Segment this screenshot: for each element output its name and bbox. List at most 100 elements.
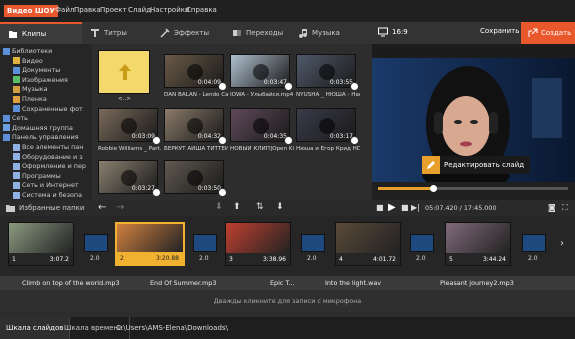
transition-duration: 2.0 (416, 255, 426, 262)
scroll-right-icon[interactable]: › (560, 238, 564, 249)
transition-tile[interactable] (301, 234, 325, 252)
audio-clip[interactable]: Into the light.wav (325, 279, 381, 287)
slide-number: 5 (449, 256, 453, 263)
menu-edit[interactable]: Правка (74, 6, 101, 14)
back-arrow-icon[interactable]: ← (98, 202, 106, 213)
tree-item[interactable]: Оформление и пер (13, 161, 86, 171)
folder-icon (13, 95, 20, 103)
clip-caption: NYUSHA _ НЮША - Наеди... (296, 92, 360, 98)
tab-music[interactable]: Музыка (290, 22, 372, 44)
save-button[interactable]: Сохранить (480, 27, 519, 35)
menu-file[interactable]: Файл (55, 6, 74, 14)
tree-item[interactable]: Документы (13, 65, 60, 75)
check-icon (350, 136, 359, 145)
tree-item[interactable]: Видео (13, 56, 43, 66)
folder-icon (6, 205, 15, 212)
check-icon (152, 188, 161, 197)
skip-forward-icon[interactable]: ▶| (411, 203, 420, 212)
tree-item-label: Все элементы пан (22, 143, 84, 151)
tab-transitions-label: Переходы (246, 29, 284, 37)
status-bar: Шкала слайдов Шкала времени C:\Users\AMS… (0, 317, 575, 339)
import-icon[interactable]: ⬇ (276, 202, 284, 212)
tree-item[interactable]: Домашняя группа (3, 123, 73, 133)
tree-item[interactable]: Система и безопа (13, 190, 82, 200)
stop-square-icon[interactable]: ■ (401, 203, 409, 212)
seek-slider[interactable] (378, 185, 568, 192)
slide-duration: 4:01.72 (372, 256, 396, 263)
timeline-slide[interactable]: 5 3:44.24 (445, 222, 511, 266)
timeline-slide[interactable]: 1 3:07.2 (8, 222, 74, 266)
tree-item[interactable]: Оборудование и з (13, 152, 83, 162)
tree-item-label: Оформление и пер (22, 162, 86, 171)
clip-thumbnail[interactable]: 0:04:35 (230, 108, 293, 145)
tab-effects[interactable]: Эффекты (152, 22, 224, 44)
transition-tile[interactable] (522, 234, 546, 252)
timeline-slide[interactable]: 4 4:01.72 (335, 222, 401, 266)
seek-progress (378, 187, 434, 190)
tree-item[interactable]: Музыка (13, 84, 48, 94)
play-icon[interactable]: ▶ (388, 202, 396, 213)
menu-project[interactable]: Проект (100, 6, 127, 14)
check-icon (218, 188, 227, 197)
menu-settings[interactable]: Настройки (150, 6, 190, 14)
forward-arrow-icon[interactable]: → (116, 202, 124, 213)
audio-clip[interactable]: Pleasant journey2.mp3 (440, 279, 514, 287)
clip-thumbnail[interactable]: 0:03:27 (98, 160, 161, 197)
audio-clip[interactable]: Epic T... (270, 279, 295, 287)
tree-item[interactable]: Все элементы пан (13, 142, 83, 152)
transition-tile[interactable] (410, 234, 434, 252)
clip-caption: Нюша и Егор Крид HD.mp4 (296, 146, 360, 152)
clip-thumbnail[interactable]: 0:03:47 (230, 54, 293, 91)
voice-record-area[interactable]: Дважды кликните для записи с микрофона (0, 290, 575, 312)
clip-thumbnail[interactable]: 0:04:32 (164, 108, 227, 145)
tab-titles[interactable]: Титры (82, 22, 152, 44)
edit-slide-button[interactable]: Редактировать слайд (422, 156, 531, 174)
folder-icon (13, 181, 20, 189)
fullscreen-icon[interactable]: ⛶ (562, 203, 568, 213)
tree-item-label: Программы (22, 171, 61, 180)
clips-grid: <..> 0:04:09DAN BALAN - Lendo Cal...0:03… (92, 44, 372, 200)
tree-item-label: Музыка (22, 85, 48, 94)
transition-duration: 2.0 (90, 255, 100, 262)
clip-thumbnail[interactable]: 0:03:50 (164, 160, 227, 197)
tree-item[interactable]: Программы (13, 171, 61, 181)
stop-icon[interactable]: ■ (376, 203, 384, 212)
timeline-slide[interactable]: 2 3:20.88 (115, 222, 185, 266)
tree-item[interactable]: Изображения (13, 75, 68, 85)
folder-icon (13, 66, 20, 74)
create-button[interactable]: Создать (521, 22, 575, 44)
tree-item-label: Домашняя группа (12, 123, 73, 132)
menu-slide[interactable]: Слайд (128, 6, 151, 14)
sort-icon[interactable]: ⇅ (256, 202, 264, 212)
clip-thumbnail[interactable]: 0:04:09 (164, 54, 227, 91)
up-folder-tile[interactable] (98, 50, 150, 94)
snapshot-icon[interactable]: ◙ (548, 203, 556, 212)
move-down-icon[interactable]: ⬇ (215, 202, 223, 212)
tree-item[interactable]: Библиотеки (3, 46, 52, 56)
aspect-ratio-button[interactable]: 16:9 (378, 27, 408, 37)
transition-tile[interactable] (84, 234, 108, 252)
tree-item-label: Сеть и Интернет (22, 181, 79, 190)
tree-item[interactable]: Сеть и Интернет (13, 180, 79, 190)
menu-help[interactable]: Справка (186, 6, 217, 14)
clip-thumbnail[interactable]: 0:03:09 (98, 108, 161, 145)
tree-item[interactable]: Пленка (13, 94, 47, 104)
move-up-icon[interactable]: ⬆ (233, 202, 241, 212)
tree-item[interactable]: Панель управления (3, 132, 79, 142)
timeline-slide[interactable]: 3 3:38.96 (225, 222, 291, 266)
audio-clip[interactable]: End Of Summer.mp3 (150, 279, 216, 287)
tree-item[interactable]: Сохраненные фот (13, 104, 83, 114)
favorites-button[interactable]: Избранные папки (6, 204, 84, 212)
tree-item[interactable]: Сеть (3, 113, 28, 123)
audio-clip[interactable]: Climb on top of the world.mp3 (22, 279, 120, 287)
clip-thumbnail[interactable]: 0:03:17 (296, 108, 359, 145)
clip-thumbnail[interactable]: 0:03:55 (296, 54, 359, 91)
folder-icon (13, 143, 20, 151)
folder-icon (13, 105, 20, 113)
transition-tile[interactable] (193, 234, 217, 252)
edit-slide-label: Редактировать слайд (444, 161, 525, 169)
tab-clips[interactable]: Клипы (0, 22, 82, 44)
audio-track: Climb on top of the world.mp3 End Of Summ… (0, 276, 575, 290)
tab-transitions[interactable]: Переходы (224, 22, 290, 44)
check-icon (284, 82, 293, 91)
